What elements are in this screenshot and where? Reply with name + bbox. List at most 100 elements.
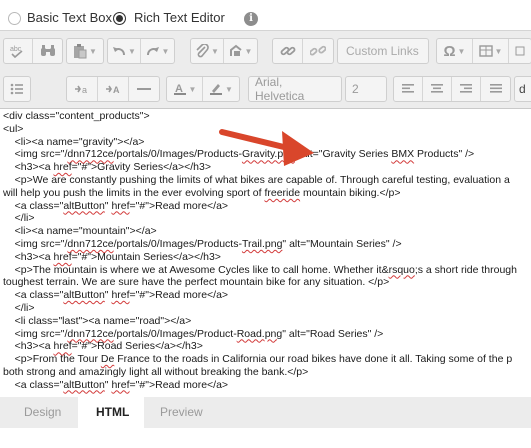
code-line: <li><a name="mountain"></a>	[3, 225, 531, 238]
spellcheck-flagged-word: altButton	[63, 289, 105, 302]
code-line: <li class="last"><a name="road"></a>	[3, 315, 531, 328]
code-line: <a class="altButton" href="#">Read more<…	[3, 200, 531, 213]
spellcheck-flagged-word: Trail.png	[241, 237, 283, 250]
undo-redo-group: ▼ ▼	[107, 38, 175, 64]
horizontal-rule-icon[interactable]	[129, 77, 159, 101]
code-text: ="#">Read more</a>	[129, 199, 229, 212]
font-size-select[interactable]: 2	[345, 76, 387, 102]
insert-table-icon[interactable]: ▼	[473, 39, 509, 63]
attach-group: ▼ ▼	[190, 38, 258, 64]
code-text: mountain biking.</p>	[300, 186, 401, 199]
code-text: <h3><a	[3, 250, 54, 263]
code-text: " alt="Gravity Series	[294, 148, 392, 161]
code-text: /portals/0/Images/Product-	[113, 327, 237, 340]
list-group	[3, 76, 31, 102]
spellcheck-flagged-word: Road.png	[236, 327, 283, 340]
toolbar-row-2: a A A ▼ ▼ Arial, Helvetica 2 d	[0, 70, 531, 108]
code-text: <ul>	[3, 122, 24, 135]
toolbar-row-1: abc ▼ ▼ ▼ ▼ ▼ Custom Links Ω ▼ ▼	[0, 32, 531, 70]
code-line: <img src="/dnn712ce/portals/0/Images/Pro…	[3, 148, 531, 161]
spellcheck-flagged-word: dnn712ce	[67, 237, 114, 250]
basic-text-box-label[interactable]: Basic Text Box	[27, 10, 112, 25]
spellcheck-flagged-word: De	[100, 353, 115, 366]
font-family-select[interactable]: Arial, Helvetica	[248, 76, 342, 102]
code-line: <h3><a href="#">Road Series</a></h3>	[3, 340, 531, 353]
spellcheck-flagged-word: dnn712ce	[67, 327, 114, 340]
format-dropdown-truncated[interactable]: d	[514, 76, 531, 102]
custom-links-button[interactable]: Custom Links	[338, 39, 427, 63]
insert-media-icon[interactable]: ▼	[224, 39, 257, 63]
rich-text-editor-radio[interactable]	[113, 12, 126, 25]
hyperlink-icon[interactable]	[273, 39, 304, 63]
code-line: <img src="/dnn712ce/portals/0/Images/Pro…	[3, 328, 531, 341]
spellcheck-flagged-word: Gravity.png	[241, 148, 295, 161]
html-source-editor[interactable]: <div class="content_products"> <ul> <li><…	[0, 108, 531, 398]
html-source-code[interactable]: <div class="content_products"> <ul> <li><…	[3, 110, 531, 392]
indent-icon[interactable]: A	[98, 77, 129, 101]
code-text: <img src="/	[3, 148, 68, 161]
spellcheck-flagged-word: href	[53, 161, 72, 174]
special-character-icon[interactable]: Ω ▼	[437, 39, 473, 63]
code-text: Products" />	[414, 148, 475, 161]
align-right-icon[interactable]	[452, 77, 481, 101]
undo-icon[interactable]: ▼	[108, 39, 142, 63]
code-line: <h3><a href="#">Gravity Series</a></h3>	[3, 161, 531, 174]
code-text: /portals/0/Images/Products-	[113, 237, 242, 250]
bulleted-list-icon[interactable]	[4, 77, 30, 101]
code-line: both strong and amazingly light all with…	[3, 366, 531, 379]
spellcheck-flagged-word: href	[111, 199, 130, 212]
code-text: /portals/0/Images/Products-	[113, 148, 242, 161]
more-tools-icon[interactable]	[509, 39, 531, 63]
attach-document-icon[interactable]: ▼	[191, 39, 225, 63]
code-text: ="#">Read more</a>	[129, 289, 229, 302]
spell-find-group: abc	[3, 38, 63, 64]
spellcheck-flagged-word: BMX	[391, 148, 415, 161]
code-line: </li>	[3, 302, 531, 315]
outdent-icon[interactable]: a	[67, 77, 98, 101]
tab-preview[interactable]: Preview	[160, 405, 203, 419]
spellcheck-flagged-word: freeride	[264, 186, 301, 199]
code-text: <img src="/	[3, 327, 68, 340]
code-line: <a class="altButton" href="#">Read more<…	[3, 289, 531, 302]
align-center-icon[interactable]	[423, 77, 452, 101]
code-text: both strong and amazingly light all with…	[3, 365, 309, 378]
code-text: <h3><a	[3, 340, 54, 353]
svg-text:A: A	[113, 85, 120, 95]
spellcheck-flagged-word: rsquo	[388, 263, 415, 276]
info-icon[interactable]: i	[244, 12, 258, 26]
spellcheck-flagged-word: href	[53, 250, 72, 263]
code-text: <img src="/	[3, 237, 68, 250]
code-text: <p>We are constantly pushing the limits …	[3, 173, 510, 186]
indent-group: a A	[66, 76, 160, 102]
code-text: ="#">Road Series</a></h3>	[71, 340, 203, 353]
align-left-icon[interactable]	[394, 77, 423, 101]
code-text: ="#">Read more</a>	[129, 378, 229, 391]
paste-icon[interactable]: ▼	[67, 39, 103, 63]
spellcheck-icon[interactable]: abc	[4, 39, 34, 63]
redo-icon[interactable]: ▼	[141, 39, 174, 63]
code-text: " alt="Road Series" />	[282, 327, 384, 340]
code-line: <li><a name="gravity"></a>	[3, 136, 531, 149]
font-family-value: Arial, Helvetica	[255, 76, 305, 102]
spellcheck-flagged-word: altButton	[63, 199, 105, 212]
align-justify-icon[interactable]	[481, 77, 510, 101]
code-line: <ul>	[3, 123, 531, 136]
spellcheck-flagged-word: dnn712ce	[67, 148, 114, 161]
code-text: will help you push the limits in the eve…	[3, 186, 265, 199]
tab-html[interactable]: HTML	[96, 405, 129, 419]
code-text: <h3><a	[3, 161, 54, 174]
unlink-icon[interactable]	[303, 39, 333, 63]
code-text: toughest terrain. We are sure have the p…	[3, 276, 390, 289]
highlight-color-icon[interactable]: ▼	[203, 77, 239, 101]
tab-design[interactable]: Design	[24, 405, 61, 419]
find-binoculars-icon[interactable]	[33, 39, 62, 63]
spellcheck-flagged-word: href	[53, 340, 72, 353]
font-color-icon[interactable]: A ▼	[167, 77, 204, 101]
code-line: <p>From the Tour De France to the roads …	[3, 353, 531, 366]
basic-text-box-radio[interactable]	[8, 12, 21, 25]
code-text: </li>	[3, 212, 35, 225]
rich-text-editor-label[interactable]: Rich Text Editor	[134, 10, 225, 25]
svg-text:a: a	[82, 85, 87, 95]
code-text: <a class="	[3, 378, 64, 391]
spellcheck-flagged-word: href	[111, 378, 130, 391]
